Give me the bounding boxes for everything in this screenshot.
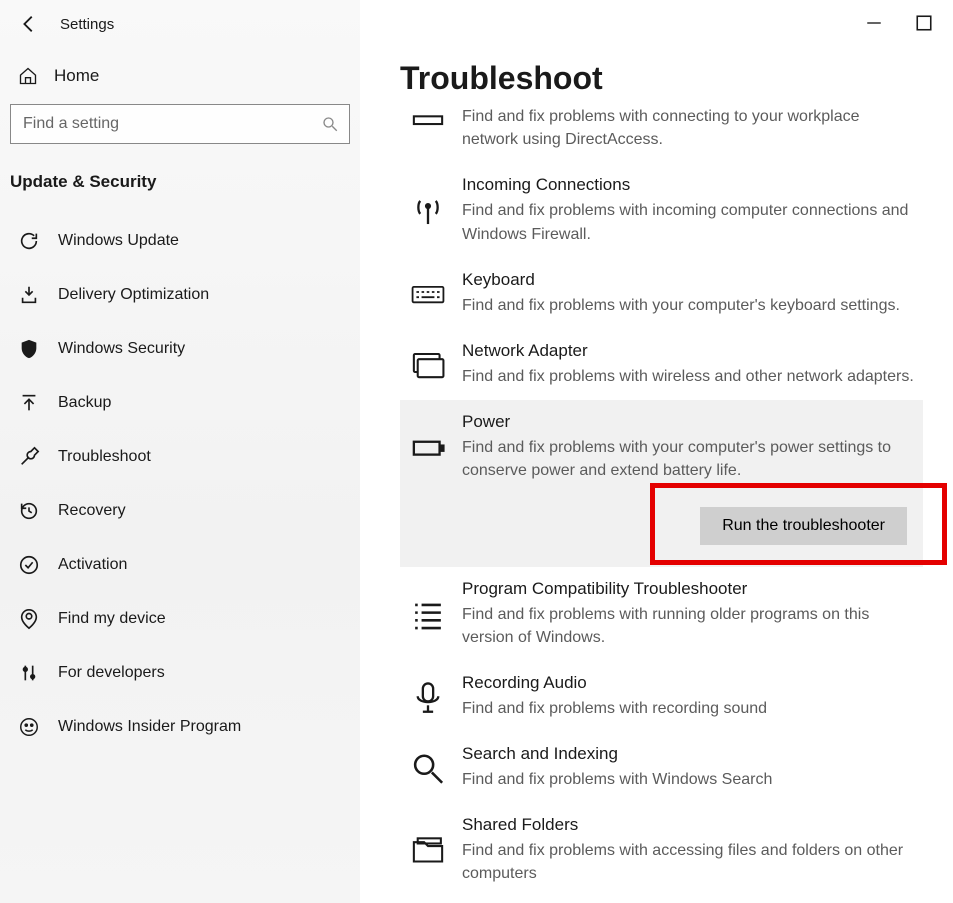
sidebar-item-windows-insider[interactable]: Windows Insider Program xyxy=(0,700,360,754)
battery-icon xyxy=(410,412,446,482)
sidebar-item-label: Windows Security xyxy=(58,340,185,358)
ts-item-recording-audio[interactable]: Recording Audio Find and fix problems wi… xyxy=(400,661,923,732)
ts-desc: Find and fix problems with wireless and … xyxy=(462,365,914,388)
shield-icon xyxy=(18,338,40,360)
main-content: Troubleshoot Find and fix problems with … xyxy=(360,0,953,903)
recovery-icon xyxy=(18,500,40,522)
ts-desc: Find and fix problems with accessing fil… xyxy=(462,839,915,885)
sidebar-item-find-my-device[interactable]: Find my device xyxy=(0,592,360,646)
directaccess-icon xyxy=(410,105,446,151)
refresh-icon xyxy=(18,230,40,252)
ts-item-directaccess[interactable]: Find and fix problems with connecting to… xyxy=(400,105,923,163)
sidebar-item-delivery-optimization[interactable]: Delivery Optimization xyxy=(0,268,360,322)
shared-folder-icon xyxy=(410,815,446,885)
antenna-icon xyxy=(410,175,446,245)
window-controls xyxy=(865,14,933,32)
run-troubleshooter-button[interactable]: Run the troubleshooter xyxy=(700,507,907,545)
ts-item-program-compatibility[interactable]: Program Compatibility Troubleshooter Fin… xyxy=(400,567,923,661)
delivery-icon xyxy=(18,284,40,306)
ts-item-incoming-connections[interactable]: Incoming Connections Find and fix proble… xyxy=(400,163,923,257)
ts-item-shared-folders[interactable]: Shared Folders Find and fix problems wit… xyxy=(400,803,923,897)
keyboard-icon xyxy=(410,270,446,317)
monitor-icon xyxy=(410,341,446,388)
sidebar-nav: Windows Update Delivery Optimization Win… xyxy=(0,214,360,754)
ts-desc: Find and fix problems with running older… xyxy=(462,603,915,649)
developer-icon xyxy=(18,662,40,684)
microphone-icon xyxy=(410,673,446,720)
ts-item-search-indexing[interactable]: Search and Indexing Find and fix problem… xyxy=(400,732,923,803)
app-title: Settings xyxy=(60,16,114,33)
sidebar-item-windows-update[interactable]: Windows Update xyxy=(0,214,360,268)
sidebar-item-label: Backup xyxy=(58,394,111,412)
search-input[interactable] xyxy=(23,115,321,133)
ts-title: Keyboard xyxy=(462,270,900,290)
ts-item-network-adapter[interactable]: Network Adapter Find and fix problems wi… xyxy=(400,329,923,400)
ts-title: Program Compatibility Troubleshooter xyxy=(462,579,915,599)
sidebar: Settings Home Update & Security Windows … xyxy=(0,0,360,903)
wrench-icon xyxy=(18,446,40,468)
run-row: Run the troubleshooter xyxy=(400,501,923,567)
sidebar-item-label: Windows Update xyxy=(58,232,179,250)
ts-title: Power xyxy=(462,412,915,432)
activation-icon xyxy=(18,554,40,576)
search-big-icon xyxy=(410,744,446,791)
list-icon xyxy=(410,579,446,649)
sidebar-item-label: Find my device xyxy=(58,610,166,628)
ts-title: Recording Audio xyxy=(462,673,767,693)
ts-desc: Find and fix problems with incoming comp… xyxy=(462,199,915,245)
home-icon xyxy=(18,66,38,86)
ts-desc: Find and fix problems with your computer… xyxy=(462,294,900,317)
ts-item-power[interactable]: Power Find and fix problems with your co… xyxy=(400,400,923,500)
sidebar-item-label: Recovery xyxy=(58,502,126,520)
maximize-button[interactable] xyxy=(915,14,933,32)
page-title: Troubleshoot xyxy=(400,60,923,97)
backup-icon xyxy=(18,392,40,414)
sidebar-item-label: For developers xyxy=(58,664,165,682)
ts-title: Incoming Connections xyxy=(462,175,915,195)
titlebar: Settings xyxy=(0,0,360,48)
ts-title: Network Adapter xyxy=(462,341,914,361)
category-header: Update & Security xyxy=(0,164,360,214)
sidebar-item-backup[interactable]: Backup xyxy=(0,376,360,430)
sidebar-item-windows-security[interactable]: Windows Security xyxy=(0,322,360,376)
ts-title: Search and Indexing xyxy=(462,744,772,764)
sidebar-item-label: Delivery Optimization xyxy=(58,286,209,304)
sidebar-item-activation[interactable]: Activation xyxy=(0,538,360,592)
minimize-button[interactable] xyxy=(865,14,883,32)
sidebar-item-label: Windows Insider Program xyxy=(58,718,241,736)
back-button[interactable] xyxy=(18,13,40,35)
home-label: Home xyxy=(54,66,99,86)
sidebar-item-recovery[interactable]: Recovery xyxy=(0,484,360,538)
sidebar-item-for-developers[interactable]: For developers xyxy=(0,646,360,700)
ts-desc: Find and fix problems with your computer… xyxy=(462,436,915,482)
ts-desc: Find and fix problems with recording sou… xyxy=(462,697,767,720)
search-box[interactable] xyxy=(10,104,350,144)
ts-title: Shared Folders xyxy=(462,815,915,835)
search-icon xyxy=(321,115,339,133)
home-nav[interactable]: Home xyxy=(0,48,360,104)
ts-desc: Find and fix problems with Windows Searc… xyxy=(462,768,772,791)
sidebar-item-label: Troubleshoot xyxy=(58,448,151,466)
ts-desc: Find and fix problems with connecting to… xyxy=(462,105,915,151)
sidebar-item-label: Activation xyxy=(58,556,127,574)
ts-item-keyboard[interactable]: Keyboard Find and fix problems with your… xyxy=(400,258,923,329)
sidebar-item-troubleshoot[interactable]: Troubleshoot xyxy=(0,430,360,484)
location-icon xyxy=(18,608,40,630)
insider-icon xyxy=(18,716,40,738)
troubleshooter-list: Find and fix problems with connecting to… xyxy=(400,105,923,898)
search-wrap xyxy=(10,104,350,144)
